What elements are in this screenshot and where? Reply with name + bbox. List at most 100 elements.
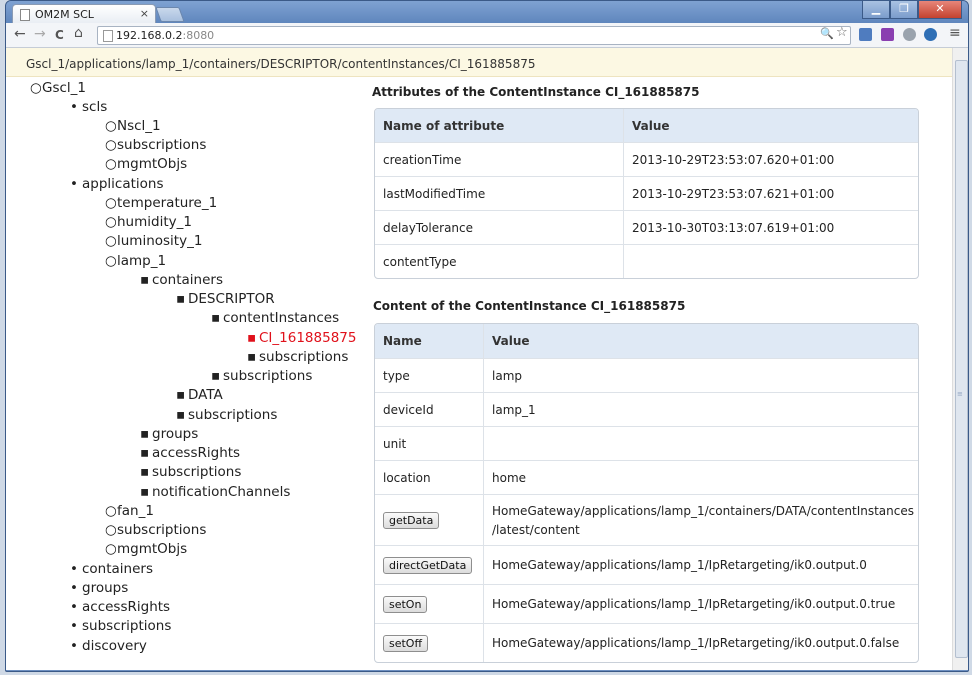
table-row: type lamp	[375, 358, 918, 392]
tree-node-label[interactable]: contentInstances	[223, 310, 339, 326]
tree-bullet-icon: ○	[105, 522, 117, 538]
tree-node[interactable]: • discovery	[70, 638, 147, 654]
window-controls: ▁ ❐ ✕	[862, 1, 962, 19]
tree-bullet-icon: ▪	[140, 464, 150, 480]
setOff-button[interactable]: setOff	[383, 634, 429, 652]
tree-node[interactable]: ○ Nscl_1	[105, 118, 161, 134]
tree-node[interactable]: ▪ subscriptions	[211, 368, 312, 384]
star-icon[interactable]: ☆	[836, 25, 848, 40]
tree-node[interactable]: ○ mgmtObjs	[105, 541, 187, 557]
column-header: Name	[383, 334, 422, 348]
column-header: Value	[483, 324, 918, 358]
tree-node-label[interactable]: applications	[82, 176, 164, 192]
tree-node-label[interactable]: subscriptions	[117, 522, 206, 538]
operation-cell: setOn	[375, 585, 483, 623]
extension-icon[interactable]	[859, 28, 872, 41]
forward-icon[interactable]: →	[34, 26, 46, 42]
globe-icon[interactable]	[924, 28, 937, 41]
tree-node[interactable]: ○ subscriptions	[105, 522, 206, 538]
tree-node-label[interactable]: containers	[152, 272, 223, 288]
address-bar[interactable]: 192.168.0.2:8080	[97, 26, 851, 45]
tree-node[interactable]: • accessRights	[70, 599, 170, 615]
table-row: setOn HomeGateway/applications/lamp_1/IpR…	[375, 584, 918, 623]
tree-node[interactable]: ○ Gscl_1	[30, 80, 86, 96]
tree-node-label[interactable]: subscriptions	[223, 368, 312, 384]
operation-path-line: /latest/content	[492, 523, 580, 537]
tree-node-label[interactable]: DATA	[188, 387, 223, 403]
tree-node[interactable]: ▪ accessRights	[140, 445, 240, 461]
reload-icon[interactable]: C	[55, 28, 64, 42]
tree-node[interactable]: ○ luminosity_1	[105, 233, 202, 249]
back-icon[interactable]: ←	[14, 26, 26, 42]
tab-close-icon[interactable]: ×	[140, 7, 149, 20]
tree-node[interactable]: ○ temperature_1	[105, 195, 217, 211]
tree-node[interactable]: ▪ notificationChannels	[140, 484, 290, 500]
tree-node-label[interactable]: subscriptions	[259, 349, 348, 365]
extension-icon[interactable]	[881, 28, 894, 41]
tree-node[interactable]: ○ fan_1	[105, 503, 154, 519]
tree-node[interactable]: ○ humidity_1	[105, 214, 192, 230]
tree-node-label[interactable]: lamp_1	[117, 253, 166, 269]
setOn-button[interactable]: setOn	[383, 595, 428, 613]
tree-node-label[interactable]: DESCRIPTOR	[188, 291, 275, 307]
browser-tab[interactable]: OM2M SCL ×	[12, 4, 156, 24]
tree-node-label[interactable]: containers	[82, 561, 153, 577]
tree-bullet-icon: ▪	[140, 272, 150, 288]
tree-node[interactable]: ▪ CI_161885875	[247, 330, 356, 346]
tree-node-label[interactable]: accessRights	[152, 445, 240, 461]
tree-node[interactable]: ▪ subscriptions	[247, 349, 348, 365]
tree-bullet-icon: ▪	[140, 484, 150, 500]
tree-node[interactable]: • scls	[70, 99, 107, 115]
tree-node[interactable]: ▪ DATA	[176, 387, 223, 403]
tree-node-label[interactable]: groups	[152, 426, 198, 442]
tree-node-label[interactable]: subscriptions	[82, 618, 171, 634]
minimize-button[interactable]: ▁	[862, 1, 890, 19]
new-tab-button[interactable]	[155, 7, 185, 22]
tree-node-label[interactable]: subscriptions	[188, 407, 277, 423]
tree-node-label[interactable]: temperature_1	[117, 195, 217, 211]
tree-node-label[interactable]: notificationChannels	[152, 484, 290, 500]
maximize-button[interactable]: ❐	[890, 1, 918, 19]
tree-bullet-icon: ○	[30, 80, 42, 96]
search-icon[interactable]: 🔍	[820, 27, 834, 40]
tree-node-label[interactable]: discovery	[82, 638, 147, 654]
tree-node[interactable]: ▪ DESCRIPTOR	[176, 291, 275, 307]
page-icon	[20, 9, 30, 21]
menu-icon[interactable]: ≡	[949, 25, 961, 41]
tree-node[interactable]: ▪ groups	[140, 426, 198, 442]
tree-node-label[interactable]: Nscl_1	[117, 118, 161, 134]
extension-icon[interactable]	[903, 28, 916, 41]
tree-node[interactable]: • subscriptions	[70, 618, 171, 634]
tree-node-label[interactable]: mgmtObjs	[117, 541, 187, 557]
tree-bullet-icon: •	[70, 599, 78, 615]
scrollbar-thumb[interactable]	[955, 60, 968, 658]
tree-node-label[interactable]: accessRights	[82, 599, 170, 615]
tree-node-label[interactable]: Gscl_1	[42, 80, 86, 96]
content-value: home	[483, 461, 918, 494]
tree-node-label[interactable]: subscriptions	[117, 137, 206, 153]
tree-node[interactable]: ○ subscriptions	[105, 137, 206, 153]
browser-toolbar: ← → C ⌂ 192.168.0.2:8080 🔍 ☆ ≡	[6, 23, 968, 48]
tree-node[interactable]: ▪ subscriptions	[176, 407, 277, 423]
tree-node-label[interactable]: subscriptions	[152, 464, 241, 480]
tree-node[interactable]: ○ mgmtObjs	[105, 156, 187, 172]
tree-node-label[interactable]: luminosity_1	[117, 233, 202, 249]
tree-node-label[interactable]: fan_1	[117, 503, 154, 519]
tree-node-label[interactable]: humidity_1	[117, 214, 192, 230]
tree-node[interactable]: • containers	[70, 561, 153, 577]
tree-node-label[interactable]: groups	[82, 580, 128, 596]
tree-node[interactable]: • applications	[70, 176, 164, 192]
tree-node-label[interactable]: mgmtObjs	[117, 156, 187, 172]
tree-node[interactable]: ▪ subscriptions	[140, 464, 241, 480]
tree-node-label[interactable]: CI_161885875	[259, 330, 356, 346]
close-window-button[interactable]: ✕	[918, 1, 962, 19]
directGetData-button[interactable]: directGetData	[383, 556, 473, 574]
getData-button[interactable]: getData	[383, 511, 440, 529]
tree-node[interactable]: • groups	[70, 580, 128, 596]
home-icon[interactable]: ⌂	[74, 25, 83, 41]
tree-node[interactable]: ▪ containers	[140, 272, 223, 288]
tree-node[interactable]: ○ lamp_1	[105, 253, 166, 269]
tree-node[interactable]: ▪ contentInstances	[211, 310, 339, 326]
vertical-scrollbar[interactable]: ≡	[952, 48, 968, 670]
tree-node-label[interactable]: scls	[82, 99, 107, 115]
